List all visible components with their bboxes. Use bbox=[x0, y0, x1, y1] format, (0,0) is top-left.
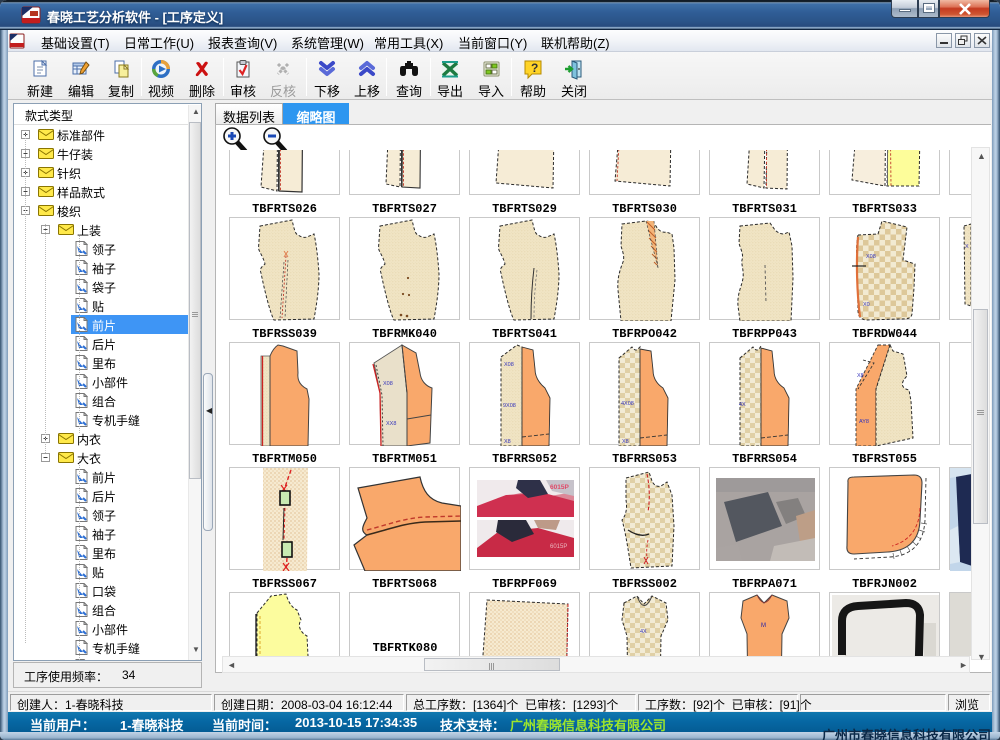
svg-text:9X08: 9X08 bbox=[503, 403, 516, 409]
svg-text:X08: X08 bbox=[866, 254, 876, 260]
svg-text:X8: X8 bbox=[504, 439, 511, 445]
svg-text:4X: 4X bbox=[739, 402, 746, 408]
svg-text:TBFRTK080: TBFRTK080 bbox=[373, 641, 438, 655]
svg-text:AY8: AY8 bbox=[859, 419, 869, 425]
svg-text:6015P: 6015P bbox=[550, 484, 569, 491]
svg-text:6015P: 6015P bbox=[550, 544, 567, 550]
svg-text:X8: X8 bbox=[622, 439, 629, 445]
svg-text:X: X bbox=[965, 244, 969, 250]
svg-text:M: M bbox=[761, 623, 766, 629]
svg-text:XX8: XX8 bbox=[386, 421, 396, 427]
svg-text:X08: X08 bbox=[383, 381, 393, 387]
svg-text:X0: X0 bbox=[863, 302, 870, 308]
svg-text:4X08: 4X08 bbox=[621, 401, 634, 407]
svg-text:4X: 4X bbox=[640, 629, 647, 635]
svg-text:X08: X08 bbox=[504, 362, 514, 368]
svg-text:?: ? bbox=[531, 61, 538, 75]
svg-text:X8: X8 bbox=[857, 373, 864, 379]
